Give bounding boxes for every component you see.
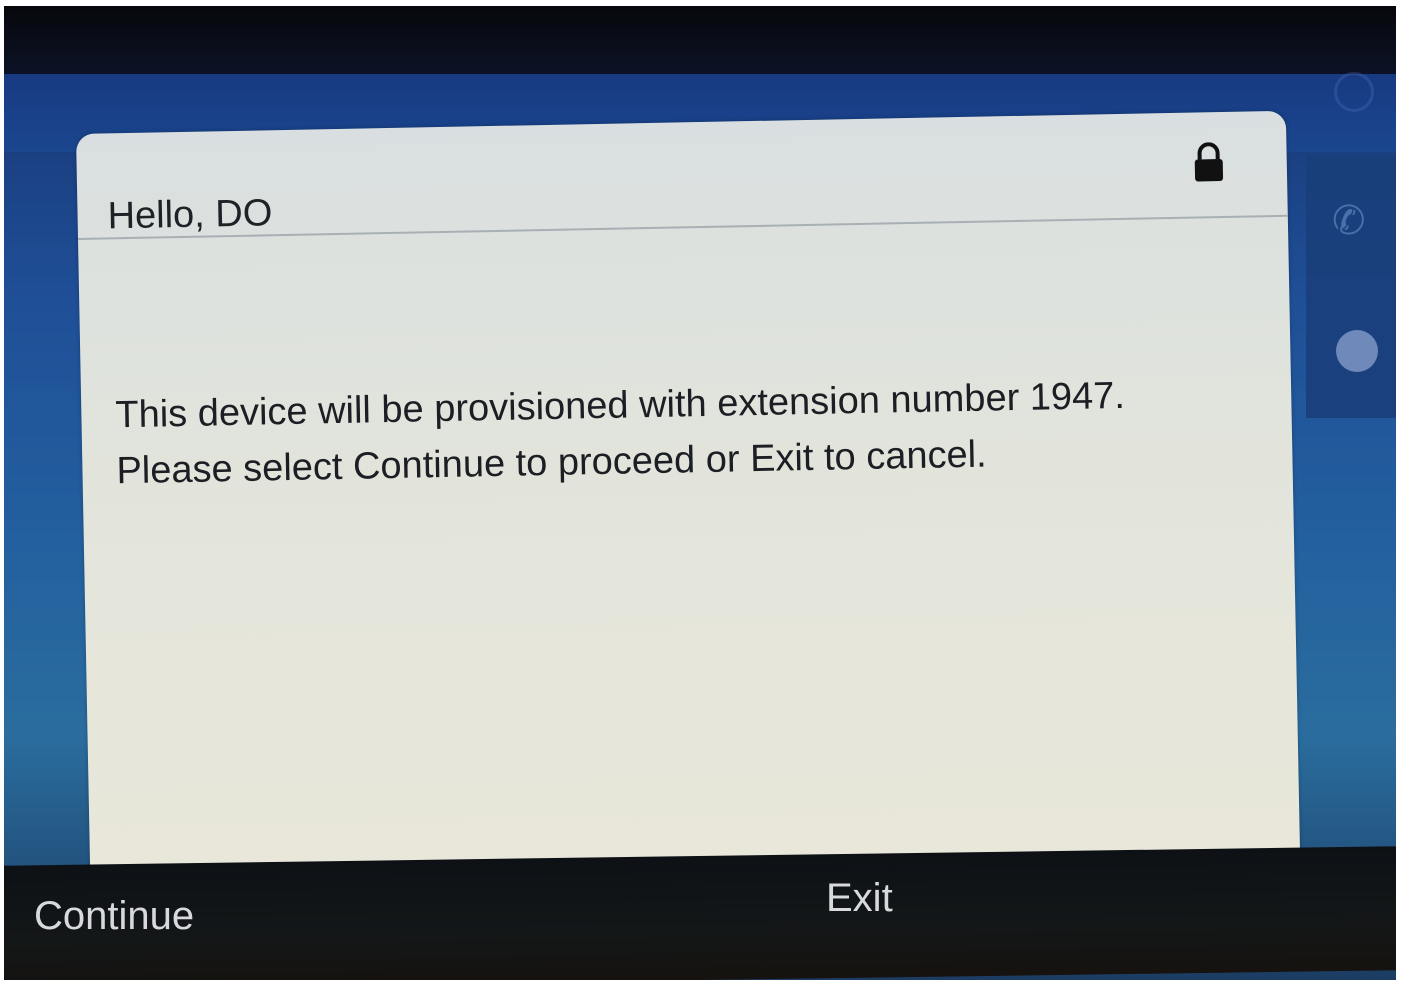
softkey-bar <box>4 846 1396 980</box>
status-indicator-icon <box>1334 72 1374 112</box>
dialog-header: Hello, DO <box>76 110 1288 240</box>
lock-icon <box>1194 142 1224 182</box>
exit-button[interactable]: Exit <box>826 876 893 921</box>
side-line-panel <box>1306 156 1396 418</box>
dialog-message: This device will be provisioned with ext… <box>115 365 1267 499</box>
phone-screen: ✆ Hello, DO This device will be provisio… <box>4 6 1396 980</box>
phone-icon[interactable]: ✆ <box>1332 198 1366 244</box>
dialog-title: Hello, DO <box>107 192 273 238</box>
clock-icon[interactable] <box>1336 330 1378 372</box>
top-bezel <box>4 6 1396 74</box>
provisioning-dialog: Hello, DO This device will be provisione… <box>76 110 1301 894</box>
continue-button[interactable]: Continue <box>34 894 194 939</box>
